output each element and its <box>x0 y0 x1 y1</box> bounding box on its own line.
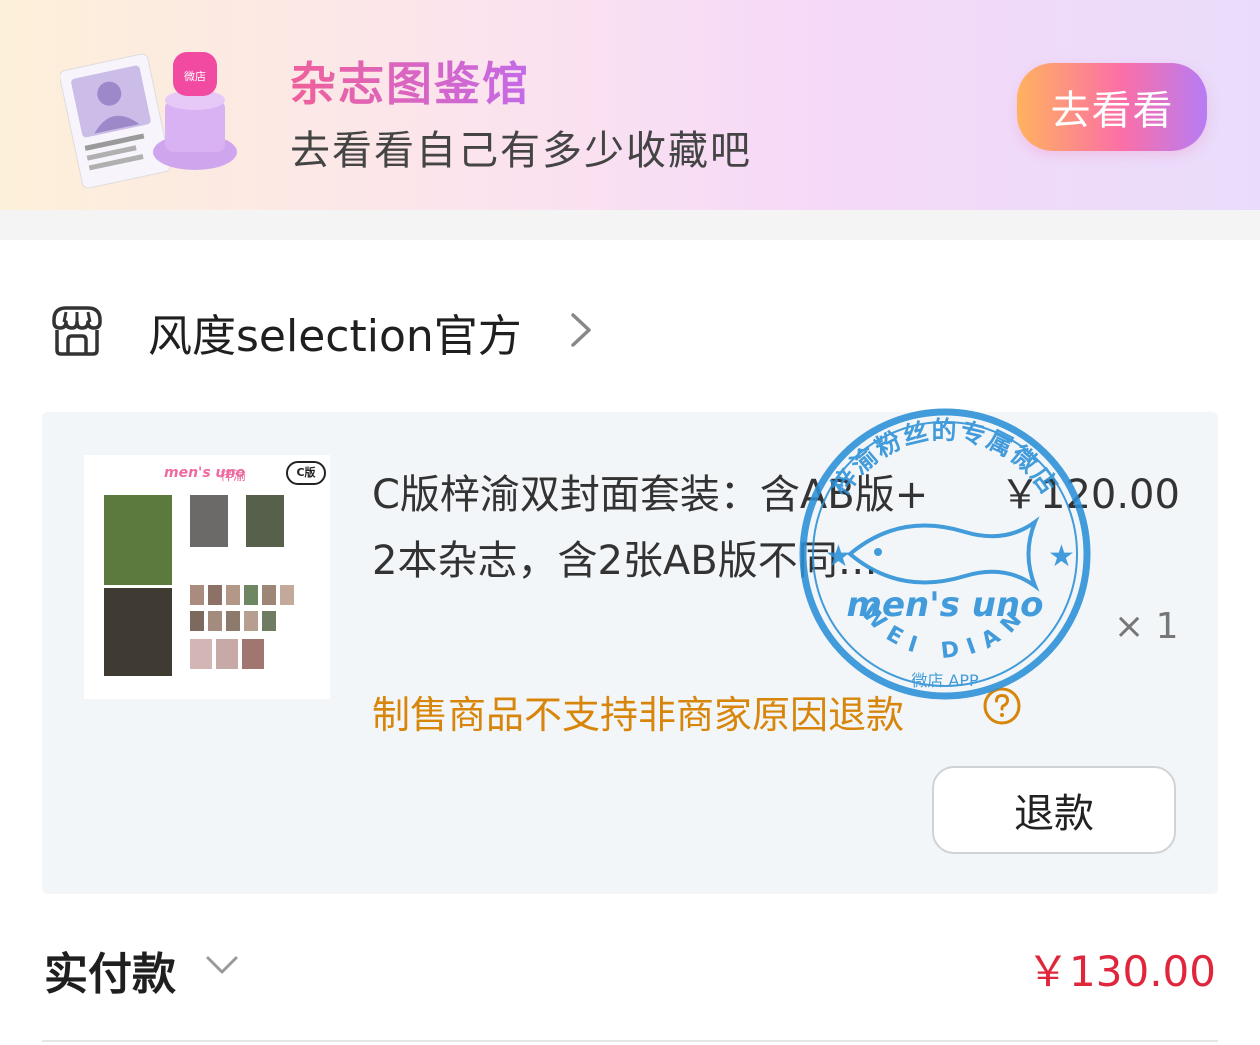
card-image <box>246 495 284 547</box>
photo-card <box>244 611 258 631</box>
section-divider <box>0 210 1260 240</box>
banner-subtitle: 去看看自己有多少收藏吧 <box>290 128 752 174</box>
cover-a-image <box>104 495 172 585</box>
photo-card <box>190 611 204 631</box>
photo-card <box>280 585 294 605</box>
photo-card <box>216 639 238 669</box>
shop-icon <box>52 306 102 356</box>
thumbnail-version-badge: C版 <box>286 461 326 485</box>
photo-card <box>190 585 204 605</box>
question-circle-icon[interactable] <box>982 686 1022 726</box>
photo-card <box>262 611 276 631</box>
collection-banner[interactable]: 微店 杂志图鉴馆 去看看自己有多少收藏吧 去看看 <box>0 0 1260 210</box>
bottom-divider <box>42 1040 1218 1042</box>
stamp-icon-label: 微店 <box>184 69 206 83</box>
product-quantity: × 1 <box>1114 606 1179 647</box>
photo-card <box>262 585 276 605</box>
photo-card <box>226 611 240 631</box>
go-see-button[interactable]: 去看看 <box>1017 63 1207 151</box>
product-subtitle: 2本杂志，含2张AB版不同… <box>372 538 878 584</box>
photo-card <box>242 639 264 669</box>
banner-title: 杂志图鉴馆 <box>290 48 530 114</box>
product-thumbnail[interactable]: men's uno 梓渝 C版 <box>84 455 330 699</box>
product-price: ￥120.00 <box>1000 472 1180 518</box>
total-paid-value: ￥130.00 <box>1027 947 1216 996</box>
chevron-down-icon[interactable] <box>204 952 240 978</box>
card-image <box>190 495 228 547</box>
product-title: C版梓渝双封面套装：含AB版+ <box>372 472 929 518</box>
photo-card <box>226 585 240 605</box>
magazine-stamp-illustration: 微店 <box>60 52 237 189</box>
photo-card <box>190 639 212 669</box>
refund-policy-note: 制售商品不支持非商家原因退款 <box>372 693 905 737</box>
thumbnail-name: 梓渝 <box>220 469 247 484</box>
cover-b-image <box>104 588 172 676</box>
total-paid-label[interactable]: 实付款 <box>44 938 176 1002</box>
photo-card <box>244 585 258 605</box>
refund-button[interactable]: 退款 <box>932 766 1176 854</box>
shop-header[interactable]: 风度selection官方 <box>0 280 1260 380</box>
photo-card <box>208 585 222 605</box>
chevron-right-icon[interactable] <box>565 310 595 350</box>
shop-name[interactable]: 风度selection官方 <box>148 300 522 364</box>
photo-card <box>208 611 222 631</box>
